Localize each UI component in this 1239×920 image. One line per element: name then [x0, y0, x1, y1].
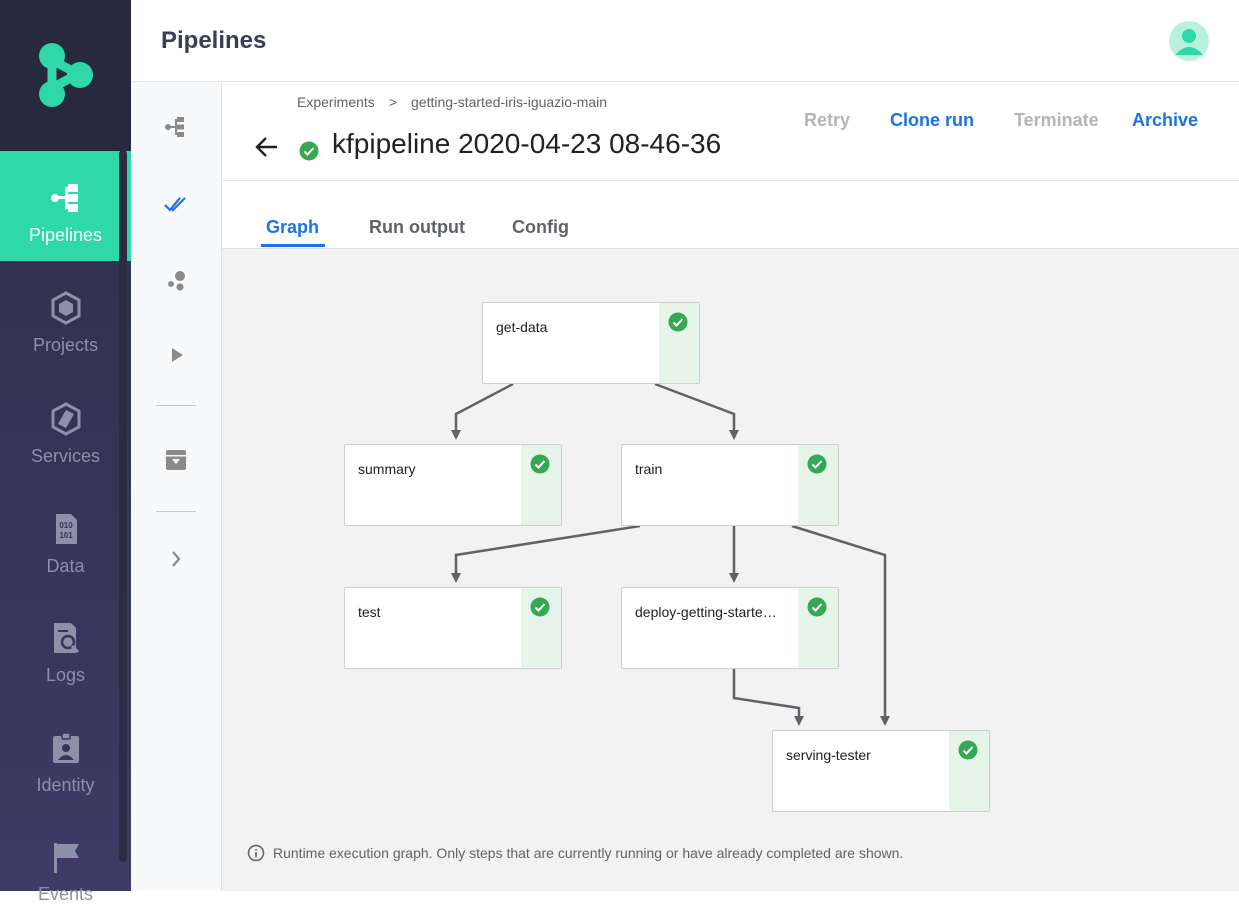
pipelines-icon[interactable]: [163, 114, 189, 140]
graph-node-get-data[interactable]: get-data: [482, 302, 700, 384]
svg-text:010: 010: [59, 521, 73, 530]
breadcrumb-experiment[interactable]: getting-started-iris-iguazio-main: [411, 94, 607, 110]
tab-run-output[interactable]: Run output: [369, 217, 465, 238]
success-icon: [530, 454, 550, 474]
nav-item-identity[interactable]: Identity: [0, 701, 131, 811]
success-icon: [807, 597, 827, 617]
node-status: [798, 445, 838, 525]
logs-icon: [53, 623, 79, 654]
runtime-graph: get-data summary train test deploy-getti: [222, 248, 1239, 891]
projects-icon: [51, 291, 80, 325]
nav-item-projects[interactable]: Projects: [0, 261, 131, 371]
success-icon: [530, 597, 550, 617]
chevron-right-icon[interactable]: [163, 546, 189, 572]
data-icon: 010 101: [55, 514, 77, 544]
app-navigation: Pipelines Projects Services 010 101 Data: [0, 0, 135, 904]
archive-button[interactable]: Archive: [1132, 110, 1198, 131]
nav-label: Logs: [45, 665, 86, 685]
services-icon: [51, 402, 80, 436]
success-icon: [299, 141, 319, 161]
divider: [156, 511, 196, 512]
footnote-text: Runtime execution graph. Only steps that…: [273, 845, 904, 861]
breadcrumb-separator: >: [388, 94, 397, 110]
node-label: train: [635, 461, 663, 477]
pipelines-side-nav: [131, 82, 222, 891]
success-icon: [807, 454, 827, 474]
breadcrumb-experiments[interactable]: Experiments: [297, 94, 375, 110]
nav-item-events[interactable]: Events: [0, 810, 131, 920]
svg-text:101: 101: [59, 531, 73, 540]
graph-node-train[interactable]: train: [621, 444, 839, 526]
experiments-icon[interactable]: [163, 267, 189, 293]
divider: [222, 180, 1239, 181]
nav-item-logs[interactable]: Logs: [0, 591, 131, 701]
node-label: test: [358, 604, 381, 620]
divider: [156, 405, 196, 406]
play-icon[interactable]: [163, 342, 189, 368]
top-header: Pipelines: [131, 0, 1239, 82]
nav-label: Pipelines: [28, 225, 103, 245]
page-title: Pipelines: [161, 27, 267, 54]
run-details: Experiments > getting-started-iris-iguazio…: [222, 82, 1239, 891]
nav-label: Data: [46, 556, 85, 576]
node-label: get-data: [496, 319, 548, 335]
success-icon: [668, 312, 688, 332]
node-status: [949, 731, 989, 811]
pipeline-icon: [50, 184, 78, 212]
tab-indicator: [261, 244, 325, 247]
edge: [451, 382, 514, 440]
graph-node-test[interactable]: test: [344, 587, 562, 669]
nav-label: Projects: [32, 335, 99, 355]
breadcrumb: Experiments > getting-started-iris-iguazio…: [297, 94, 607, 110]
edge: [451, 524, 641, 583]
user-icon: [1175, 29, 1203, 55]
node-status: [521, 445, 561, 525]
tab-config[interactable]: Config: [512, 217, 569, 238]
graph-node-deploy[interactable]: deploy-getting-starte…: [621, 587, 839, 669]
tab-graph[interactable]: Graph: [266, 217, 319, 238]
avatar[interactable]: [1169, 21, 1209, 61]
node-status: [521, 588, 561, 668]
node-status: [798, 588, 838, 668]
graph-edges: [451, 382, 890, 726]
nav-label: Events: [37, 884, 94, 904]
runs-icon[interactable]: [163, 191, 189, 217]
success-icon: [958, 740, 978, 760]
terminate-button[interactable]: Terminate: [1014, 110, 1099, 131]
nav-label: Identity: [36, 775, 95, 795]
node-status: [659, 303, 699, 383]
nav-item-data[interactable]: 010 101 Data: [0, 482, 131, 592]
nav-item-services[interactable]: Services: [0, 372, 131, 482]
clone-run-button[interactable]: Clone run: [890, 110, 974, 131]
nav-label: Services: [30, 446, 101, 466]
archive-icon[interactable]: [163, 447, 189, 473]
info-icon: [247, 845, 265, 862]
run-title: kfpipeline 2020-04-23 08-46-36: [332, 128, 722, 159]
graph-node-serving-tester[interactable]: serving-tester: [772, 730, 990, 812]
node-label: summary: [358, 461, 416, 477]
edge: [732, 668, 804, 726]
back-arrow-icon[interactable]: [252, 132, 282, 162]
node-label: serving-tester: [786, 747, 871, 763]
nav-scrollbar[interactable]: [119, 150, 127, 862]
graph-node-summary[interactable]: summary: [344, 444, 562, 526]
edge: [654, 382, 739, 440]
node-label: deploy-getting-starte…: [635, 604, 777, 620]
iguazio-logo-icon: [39, 43, 93, 107]
graph-footnote: Runtime execution graph. Only steps that…: [247, 845, 903, 863]
nav-item-pipelines[interactable]: Pipelines: [0, 151, 135, 261]
logo[interactable]: [0, 0, 131, 151]
identity-icon: [52, 732, 79, 763]
events-icon: [53, 843, 79, 873]
retry-button[interactable]: Retry: [804, 110, 850, 131]
